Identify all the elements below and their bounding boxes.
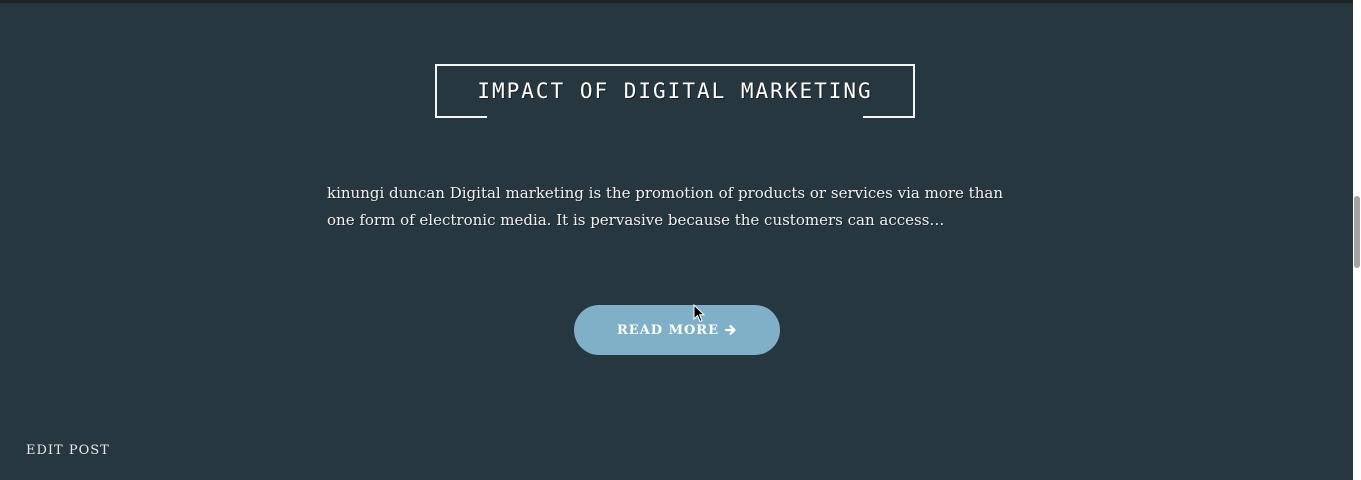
read-more-button[interactable]: READ MORE (574, 305, 780, 355)
post-section: IMPACT OF DIGITAL MARKETING kinungi dunc… (0, 3, 1353, 480)
edit-post-link[interactable]: EDIT POST (26, 443, 110, 458)
arrow-right-icon (725, 324, 737, 336)
title-box-bottom-gap (487, 116, 863, 118)
scrollbar[interactable] (1353, 0, 1361, 480)
read-more-label: READ MORE (616, 322, 720, 338)
scrollbar-thumb[interactable] (1354, 196, 1360, 268)
post-excerpt: kinungi duncan Digital marketing is the … (327, 184, 1003, 229)
post-title: IMPACT OF DIGITAL MARKETING (477, 79, 873, 103)
post-title-box: IMPACT OF DIGITAL MARKETING (435, 64, 915, 118)
